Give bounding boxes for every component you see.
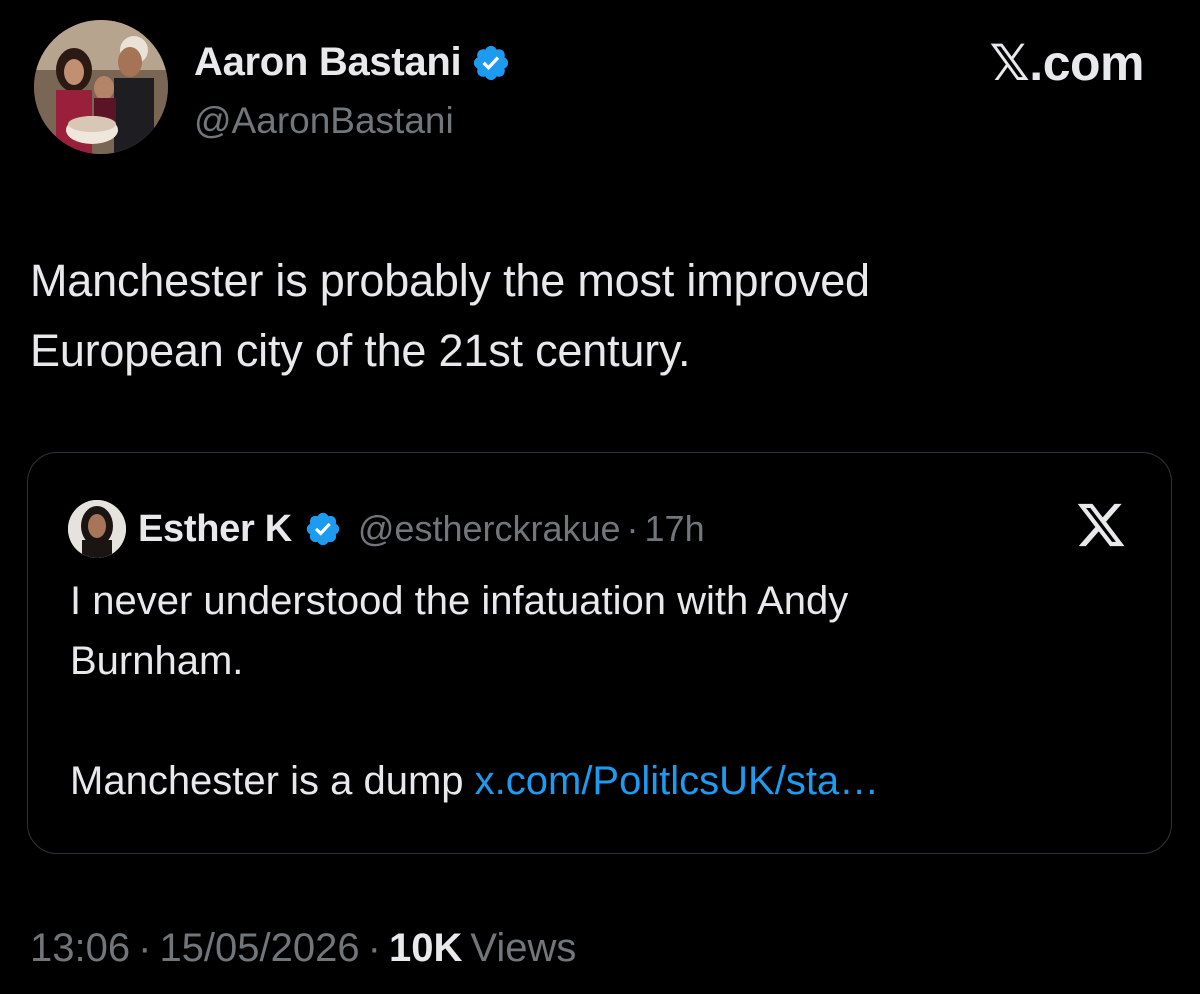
quoted-author-avatar[interactable] (68, 500, 126, 558)
quoted-tweet-meta: @estherckrakue · 17h (358, 508, 705, 550)
meta-separator: · (626, 508, 639, 549)
tweet-text: Manchester is probably the most improved… (30, 246, 1150, 386)
quoted-author-handle[interactable]: @estherckrakue (358, 508, 621, 550)
views-label: Views (470, 926, 577, 970)
meta-separator: · (367, 926, 381, 970)
verified-badge-icon (304, 510, 342, 548)
quoted-text-line: I never understood the infatuation with … (70, 579, 849, 623)
x-logo-icon (1075, 499, 1127, 551)
brand-logo: 𝕏.com (989, 35, 1145, 91)
quoted-text-line: Burnham. (70, 639, 244, 683)
quoted-tweet-text: I never understood the infatuation with … (70, 571, 1130, 811)
tweet-time[interactable]: 13:06 (30, 926, 130, 971)
quoted-tweet-card[interactable]: Esther K @estherckrakue · 17h I never un… (27, 452, 1172, 854)
quoted-tweet-link[interactable]: x.com/PolitlcsUK/sta… (475, 759, 880, 803)
quoted-author-name[interactable]: Esther K (138, 508, 292, 551)
author-name[interactable]: Aaron Bastani (194, 40, 462, 85)
tweet-date[interactable]: 15/05/2026 (159, 926, 359, 971)
author-avatar[interactable] (34, 20, 168, 154)
avatar-photo (34, 20, 168, 154)
quoted-text-line: Manchester is a dump x.com/PolitlcsUK/st… (70, 751, 1130, 811)
quoted-tweet-header: Esther K @estherckrakue · 17h (68, 499, 705, 559)
views-count[interactable]: 10K (389, 926, 462, 971)
quoted-text-segment: Manchester is a dump (70, 759, 475, 803)
author-name-row: Aaron Bastani (194, 40, 511, 85)
verified-badge-icon (471, 43, 511, 83)
quoted-tweet-time[interactable]: 17h (645, 508, 705, 550)
tweet-footer: 13:06 · 15/05/2026 · 10K Views (30, 926, 576, 971)
quoted-avatar-photo (68, 500, 126, 558)
tweet-text-line: Manchester is probably the most improved (30, 255, 870, 306)
tweet: Aaron Bastani @AaronBastani 𝕏.com Manche… (0, 0, 1200, 994)
author-handle[interactable]: @AaronBastani (194, 100, 454, 142)
tweet-text-line: European city of the 21st century. (30, 324, 691, 376)
meta-separator: · (138, 926, 152, 970)
